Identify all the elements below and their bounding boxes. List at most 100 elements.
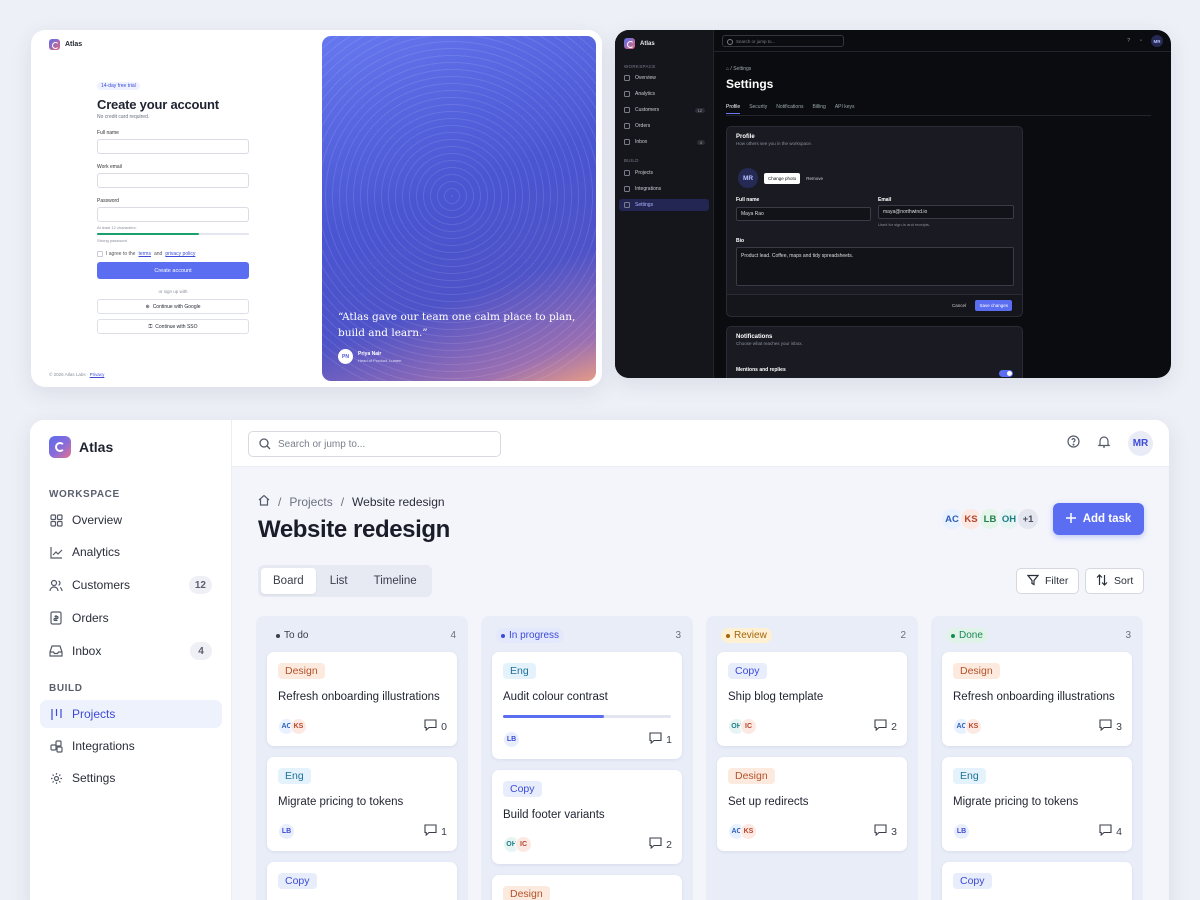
sidebar-item-settings[interactable]: Settings	[619, 199, 709, 211]
help-icon[interactable]: ?	[1127, 38, 1130, 44]
mentions-toggle[interactable]	[999, 370, 1013, 377]
tab-api-keys[interactable]: API keys	[835, 104, 855, 114]
sidebar-item-analytics[interactable]: Analytics	[40, 538, 222, 566]
google-button[interactable]: ⊕ Continue with Google	[97, 299, 249, 314]
comment-count[interactable]: 1	[424, 824, 447, 839]
member-avatars[interactable]: AC KS LB OH +1	[940, 507, 1040, 531]
sidebar-item-orders[interactable]: Orders	[619, 120, 709, 132]
comment-count[interactable]: 2	[649, 837, 672, 852]
task-card[interactable]: Eng Migrate pricing to tokens LB 1	[267, 757, 457, 851]
sidebar-item-inbox[interactable]: Inbox 4	[619, 136, 709, 148]
filter-button[interactable]: Filter	[1016, 568, 1080, 594]
tab-board[interactable]: Board	[261, 568, 316, 594]
full-name-input[interactable]	[97, 139, 249, 154]
comment-count[interactable]: 3	[874, 824, 897, 839]
task-card[interactable]: Copy Build footer variants OH IC 2	[492, 770, 682, 864]
bell-icon[interactable]	[1097, 435, 1111, 453]
sort-label: Sort	[1114, 575, 1134, 587]
home-icon[interactable]: ⌂	[726, 66, 729, 72]
task-assignees: OH IC	[728, 718, 757, 735]
sidebar-item-label: Overview	[72, 513, 123, 527]
sso-button[interactable]: ⚿ Continue with SSO	[97, 319, 249, 334]
sidebar-item-projects[interactable]: Projects	[40, 700, 222, 728]
column-count: 2	[900, 630, 906, 641]
comment-count[interactable]: 1	[649, 732, 672, 747]
bio-field[interactable]: Product lead. Coffee, maps and tidy spre…	[736, 247, 1014, 286]
comment-count[interactable]: 3	[1099, 719, 1122, 734]
home-icon[interactable]	[258, 494, 270, 509]
task-card[interactable]: Design Refresh onboarding illustrations AC…	[942, 652, 1132, 746]
comment-icon	[1099, 719, 1112, 734]
add-task-button[interactable]: Add task	[1053, 503, 1144, 535]
task-card[interactable]: Design	[492, 875, 682, 900]
full-name-field[interactable]: Maya Rao	[736, 207, 871, 221]
tab-timeline[interactable]: Timeline	[362, 568, 429, 594]
task-card[interactable]: Copy	[267, 862, 457, 900]
sidebar-item-customers[interactable]: Customers 12	[40, 571, 222, 599]
terms-link[interactable]: terms	[138, 251, 151, 257]
project-board-screen: Atlas WORKSPACE Overview Analytics Custo…	[30, 420, 1169, 900]
comment-count[interactable]: 4	[1099, 824, 1122, 839]
tab-list[interactable]: List	[318, 568, 360, 594]
privacy-link[interactable]: privacy policy	[165, 251, 195, 257]
password-input[interactable]	[97, 207, 249, 222]
task-card[interactable]: Design Refresh onboarding illustrations AC…	[267, 652, 457, 746]
board-icon	[624, 170, 630, 176]
email-field[interactable]: maya@northwind.io	[878, 205, 1014, 219]
tab-profile[interactable]: Profile	[726, 104, 741, 114]
sidebar-item-overview[interactable]: Overview	[619, 72, 709, 84]
comment-icon	[649, 732, 662, 747]
assignee-avatar: LB	[503, 731, 520, 748]
avatar[interactable]: MR	[1151, 35, 1163, 47]
change-photo-button[interactable]: Change photo	[764, 172, 801, 184]
sidebar-item-analytics[interactable]: Analytics	[619, 88, 709, 100]
sidebar-item-projects[interactable]: Projects	[619, 167, 709, 179]
sidebar-item-inbox[interactable]: Inbox 4	[40, 637, 222, 665]
sort-button[interactable]: Sort	[1085, 568, 1145, 594]
terms-checkbox-row[interactable]: I agree to the terms and privacy policy	[97, 251, 249, 257]
full-name-label: Full name	[736, 197, 760, 203]
comment-count[interactable]: 0	[424, 719, 447, 734]
footer-privacy-link[interactable]: Privacy	[90, 372, 105, 377]
gear-icon	[624, 202, 630, 208]
task-title: Refresh onboarding illustrations	[953, 691, 1115, 703]
work-email-input[interactable]	[97, 173, 249, 188]
task-card[interactable]: Eng Audit colour contrast LB 1	[492, 652, 682, 759]
profile-heading: Profile	[736, 134, 755, 140]
bio-label: Bio	[736, 238, 745, 244]
remove-photo-button[interactable]: Remove	[806, 176, 823, 181]
kanban-column: To do 4 Design Refresh onboarding illustrat…	[256, 616, 468, 900]
sidebar-item-integrations[interactable]: Integrations	[40, 732, 222, 760]
terms-checkbox[interactable]	[97, 251, 103, 257]
search-input[interactable]: Search or jump to...	[248, 431, 501, 457]
task-card[interactable]: Design Set up redirects AC KS 3	[717, 757, 907, 851]
inbox-icon	[624, 139, 630, 145]
sidebar-item-overview[interactable]: Overview	[40, 506, 222, 534]
testimonial-quote: “Atlas gave our team one calm place to p…	[338, 311, 576, 340]
help-icon[interactable]	[1067, 434, 1080, 453]
email-label: Email	[878, 197, 892, 203]
more-members[interactable]: +1	[1016, 507, 1040, 531]
comment-number: 3	[1116, 720, 1122, 733]
tab-billing[interactable]: Billing	[812, 104, 825, 114]
sidebar-item-customers[interactable]: Customers 12	[619, 104, 709, 116]
sidebar-item-integrations[interactable]: Integrations	[619, 183, 709, 195]
atlas-logo-icon	[49, 39, 60, 50]
cancel-button[interactable]: Cancel	[952, 303, 966, 308]
task-card[interactable]: Copy Ship blog template OH IC 2	[717, 652, 907, 746]
task-card[interactable]: Eng Migrate pricing to tokens LB 4	[942, 757, 1132, 851]
task-assignees: AC KS	[728, 823, 757, 840]
breadcrumb-projects[interactable]: Projects	[289, 495, 332, 509]
sidebar-item-settings[interactable]: Settings	[40, 764, 222, 792]
avatar[interactable]: MR	[1128, 431, 1153, 456]
tab-security[interactable]: Security	[749, 104, 767, 114]
search-input[interactable]: Search or jump to...	[722, 35, 844, 47]
save-changes-button[interactable]: Save changes	[975, 300, 1012, 311]
task-card[interactable]: Copy	[942, 862, 1132, 900]
tab-notifications[interactable]: Notifications	[776, 104, 803, 114]
sidebar-item-orders[interactable]: Orders	[40, 604, 222, 632]
create-account-button[interactable]: Create account	[97, 262, 249, 279]
bell-icon[interactable]: ◔	[1139, 38, 1142, 44]
comment-count[interactable]: 2	[874, 719, 897, 734]
grid-icon	[49, 513, 63, 527]
